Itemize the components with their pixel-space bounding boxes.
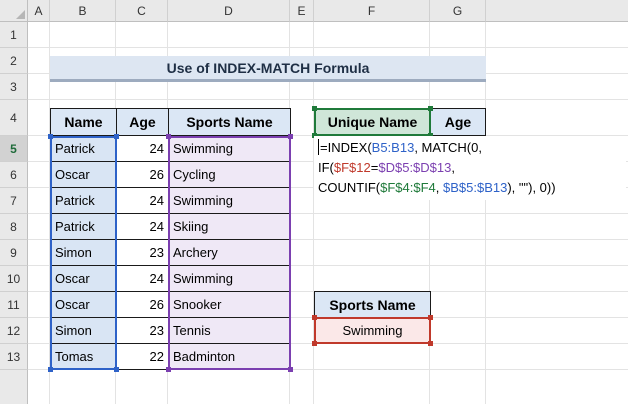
column-header-g[interactable]: G (430, 0, 486, 22)
row-header-2[interactable]: 2 (0, 48, 28, 74)
range-handle[interactable] (48, 367, 53, 372)
row-header-12[interactable]: 12 (0, 318, 28, 344)
formula-ref-f12: $F$12 (333, 160, 371, 175)
cell-age[interactable]: 24 (116, 135, 169, 162)
row-header-5[interactable]: 5 (0, 136, 28, 162)
header-age[interactable]: Age (116, 108, 169, 136)
lookup-header[interactable]: Sports Name (314, 291, 431, 318)
range-highlight-f4 (314, 108, 431, 136)
formula-text: ), ""), 0)) (507, 180, 556, 195)
column-header-a[interactable]: A (28, 0, 50, 22)
row-header-8[interactable]: 8 (0, 214, 28, 240)
row-header-filler (0, 370, 28, 404)
column-header-b[interactable]: B (50, 0, 116, 22)
formula-ref-d5-d13: $D$5:$D$13 (378, 160, 452, 175)
select-all-corner[interactable] (0, 0, 28, 22)
formula-text: , (435, 180, 443, 195)
sheet-title[interactable]: Use of INDEX-MATCH Formula (50, 56, 486, 82)
formula-text: COUNTIF( (318, 180, 381, 195)
formula-ref-b5-b13: B5:B13 (371, 140, 415, 155)
range-handle[interactable] (166, 134, 171, 139)
gridline (28, 47, 628, 48)
range-highlight-b5-b13 (50, 136, 117, 370)
cell-age[interactable]: 22 (116, 343, 169, 370)
cell-age[interactable]: 26 (116, 291, 169, 318)
row-header-9[interactable]: 9 (0, 240, 28, 266)
formula-text: , (451, 160, 455, 175)
cell-age[interactable]: 24 (116, 187, 169, 214)
formula-ref-b5-b13-abs: $B$5:$B13 (443, 180, 508, 195)
range-handle[interactable] (48, 134, 53, 139)
cell-age[interactable]: 26 (116, 161, 169, 188)
formula-text: =INDEX( (320, 140, 372, 155)
row-header-6[interactable]: 6 (0, 162, 28, 188)
range-handle[interactable] (428, 106, 433, 111)
spreadsheet: A B C D E F G 1 2 3 4 5 6 7 8 9 10 11 12… (0, 0, 628, 404)
range-handle[interactable] (114, 367, 119, 372)
range-handle[interactable] (312, 106, 317, 111)
range-handle[interactable] (288, 134, 293, 139)
unique-age-header[interactable]: Age (430, 108, 486, 136)
column-header-f[interactable]: F (314, 0, 430, 22)
column-header-filler (486, 0, 628, 22)
formula-ref-f4: $F$4:$F4 (380, 180, 436, 195)
row-header-1[interactable]: 1 (0, 22, 28, 48)
range-highlight-d5-d13 (168, 136, 291, 370)
select-all-icon (16, 10, 25, 19)
gridline (28, 99, 628, 100)
header-sports-name[interactable]: Sports Name (168, 108, 291, 136)
row-header-7[interactable]: 7 (0, 188, 28, 214)
range-handle[interactable] (312, 341, 317, 346)
cell-age[interactable]: 23 (116, 317, 169, 344)
range-handle[interactable] (166, 367, 171, 372)
cell-age[interactable]: 23 (116, 239, 169, 266)
row-header-4[interactable]: 4 (0, 100, 28, 136)
cell-age[interactable]: 24 (116, 213, 169, 240)
row-header-13[interactable]: 13 (0, 344, 28, 370)
row-header-10[interactable]: 10 (0, 266, 28, 292)
range-handle[interactable] (312, 315, 317, 320)
column-header-d[interactable]: D (168, 0, 290, 22)
column-header-e[interactable]: E (290, 0, 314, 22)
range-handle[interactable] (428, 315, 433, 320)
range-handle[interactable] (114, 134, 119, 139)
column-header-c[interactable]: C (116, 0, 168, 22)
range-highlight-f12 (314, 317, 431, 344)
text-cursor (318, 139, 319, 155)
range-handle[interactable] (288, 367, 293, 372)
range-handle[interactable] (428, 341, 433, 346)
formula-edit-cell[interactable]: =INDEX(B5:B13, MATCH(0, IF($F$12=$D$5:$D… (314, 136, 626, 200)
row-header-3[interactable]: 3 (0, 74, 28, 100)
header-name[interactable]: Name (50, 108, 117, 136)
row-header-11[interactable]: 11 (0, 292, 28, 318)
cell-age[interactable]: 24 (116, 265, 169, 292)
